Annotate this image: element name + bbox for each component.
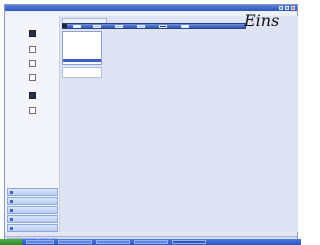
sidebar-tool-1[interactable] xyxy=(22,30,42,37)
sidebar-tool-6[interactable] xyxy=(22,107,42,114)
sidebar xyxy=(5,16,60,232)
toolbar-badge-icon[interactable] xyxy=(62,24,67,28)
window-controls xyxy=(278,6,295,10)
panel-2-icon xyxy=(10,200,13,203)
sidebar-panel-2[interactable] xyxy=(7,197,58,205)
maximize-button[interactable] xyxy=(285,6,290,10)
panel-1-icon xyxy=(10,191,13,194)
main-area xyxy=(60,16,298,232)
taskbar-item-active[interactable] xyxy=(172,240,206,244)
panel-3-icon xyxy=(10,209,13,212)
sidebar-panel-4[interactable] xyxy=(7,215,58,223)
list-item-selected[interactable] xyxy=(63,59,101,62)
sidebar-tool-5[interactable] xyxy=(22,92,42,99)
item-list[interactable] xyxy=(62,31,102,65)
tool-5-icon xyxy=(28,92,36,99)
sidebar-tool-4[interactable] xyxy=(22,74,42,81)
sidebar-tool-3[interactable] xyxy=(22,60,42,67)
panel-5-icon xyxy=(10,227,13,230)
app-window xyxy=(4,4,298,243)
toolbar-button-5[interactable] xyxy=(159,25,167,28)
taskbar-item[interactable] xyxy=(134,240,168,244)
tool-4-icon xyxy=(28,74,36,81)
tool-2-icon xyxy=(28,46,36,53)
start-button[interactable] xyxy=(0,239,22,245)
taskbar-item[interactable] xyxy=(58,240,92,244)
toolbar-button-4[interactable] xyxy=(137,25,145,28)
toolbar-button-6[interactable] xyxy=(181,25,189,28)
tool-1-icon xyxy=(28,30,36,37)
tool-3-icon xyxy=(28,60,36,67)
toolbar-button-1[interactable] xyxy=(73,25,81,28)
sidebar-tool-2[interactable] xyxy=(22,46,42,53)
taskbar-item[interactable] xyxy=(96,240,130,244)
taskbar-item[interactable] xyxy=(26,240,54,244)
detail-box[interactable] xyxy=(62,67,102,78)
sidebar-panel-1[interactable] xyxy=(7,188,58,196)
minimize-button[interactable] xyxy=(279,6,284,10)
toolbar xyxy=(62,23,246,29)
overlay-text: Eins xyxy=(244,11,280,30)
tool-6-icon xyxy=(28,107,36,114)
toolbar-button-3[interactable] xyxy=(115,25,123,28)
sidebar-panel-3[interactable] xyxy=(7,206,58,214)
sidebar-panel-5[interactable] xyxy=(7,224,58,232)
panel-4-icon xyxy=(10,218,13,221)
toolbar-button-2[interactable] xyxy=(93,25,101,28)
taskbar xyxy=(0,239,301,245)
close-button[interactable] xyxy=(291,6,295,10)
